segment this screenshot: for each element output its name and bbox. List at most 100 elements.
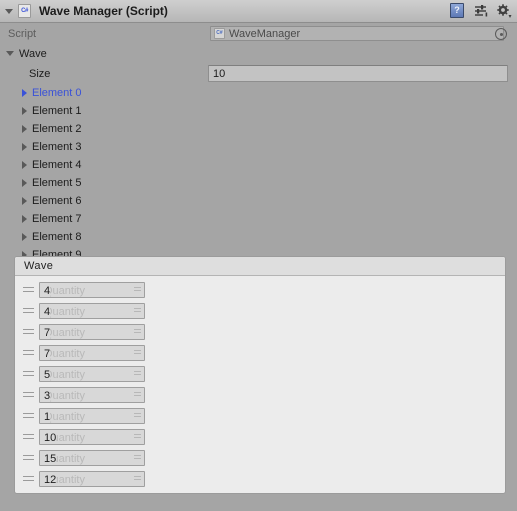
quantity-field-2[interactable]: Quantity 7 xyxy=(39,323,145,340)
list-item[interactable]: Quantity 4 xyxy=(15,300,505,321)
quantity-field-0[interactable]: Quantity 4 xyxy=(39,281,145,298)
quantity-value-2: 7 xyxy=(44,325,51,339)
drag-handle-icon-4[interactable] xyxy=(22,371,34,376)
drag-handle-icon-8[interactable] xyxy=(22,455,34,460)
script-field-value: WaveManager xyxy=(229,27,301,40)
quantity-stepper-6[interactable] xyxy=(134,412,141,417)
script-object-field[interactable]: C# WaveManager xyxy=(210,26,504,41)
quantity-field-7[interactable]: Quantity 10 xyxy=(39,428,145,445)
element-foldout-icon-1[interactable] xyxy=(22,107,27,115)
reorderable-list: Wave Quantity 4 Quantity 4 Quantity 7 Quantity… xyxy=(14,256,506,494)
list-item[interactable]: Quantity 7 xyxy=(15,321,505,342)
element-foldout-icon-3[interactable] xyxy=(22,143,27,151)
element-foldout-icon-0[interactable] xyxy=(22,89,27,97)
quantity-field-5[interactable]: Quantity 3 xyxy=(39,386,145,403)
element-label-8: Element 8 xyxy=(32,231,82,243)
drag-handle-icon-7[interactable] xyxy=(22,434,34,439)
drag-handle-icon-9[interactable] xyxy=(22,476,34,481)
element-foldout-icon-8[interactable] xyxy=(22,233,27,241)
component-header[interactable]: C# Wave Manager (Script) ? xyxy=(0,0,517,23)
component-title: Wave Manager (Script) xyxy=(39,4,168,18)
drag-handle-icon-6[interactable] xyxy=(22,413,34,418)
wave-foldout-icon[interactable] xyxy=(6,51,14,56)
drag-handle-icon-3[interactable] xyxy=(22,350,34,355)
element-row-5[interactable]: Element 5 xyxy=(0,174,517,192)
quantity-stepper-4[interactable] xyxy=(134,370,141,375)
list-item[interactable]: Quantity 4 xyxy=(15,279,505,300)
quantity-field-8[interactable]: Quantity 15 xyxy=(39,449,145,466)
preset-icon[interactable] xyxy=(473,3,489,19)
quantity-value-6: 1 xyxy=(44,409,51,423)
list-item[interactable]: Quantity 7 xyxy=(15,342,505,363)
quantity-value-0: 4 xyxy=(44,283,51,297)
quantity-stepper-2[interactable] xyxy=(134,328,141,333)
list-item[interactable]: Quantity 3 xyxy=(15,384,505,405)
help-icon[interactable]: ? xyxy=(450,3,466,19)
element-label-4: Element 4 xyxy=(32,159,82,171)
quantity-field-3[interactable]: Quantity 7 xyxy=(39,344,145,361)
script-field-icon-text: C# xyxy=(216,30,223,36)
array-size-input[interactable]: 10 xyxy=(208,65,508,82)
quantity-stepper-5[interactable] xyxy=(134,391,141,396)
element-label-2: Element 2 xyxy=(32,123,82,135)
list-item[interactable]: Quantity 15 xyxy=(15,447,505,468)
drag-handle-icon-1[interactable] xyxy=(22,308,34,313)
drag-handle-icon-0[interactable] xyxy=(22,287,34,292)
drag-handle-icon-2[interactable] xyxy=(22,329,34,334)
element-row-8[interactable]: Element 8 xyxy=(0,228,517,246)
element-foldout-icon-7[interactable] xyxy=(22,215,27,223)
help-icon-text: ? xyxy=(454,5,460,15)
header-icon-group: ? xyxy=(450,3,512,19)
element-label-6: Element 6 xyxy=(32,195,82,207)
quantity-value-7: 10 xyxy=(44,430,57,444)
quantity-stepper-9[interactable] xyxy=(134,475,141,480)
csharp-script-icon: C# xyxy=(18,4,31,18)
quantity-value-4: 5 xyxy=(44,367,51,381)
element-foldout-icon-6[interactable] xyxy=(22,197,27,205)
element-row-4[interactable]: Element 4 xyxy=(0,156,517,174)
quantity-stepper-7[interactable] xyxy=(134,433,141,438)
gear-icon[interactable] xyxy=(496,3,512,19)
element-foldout-icon-5[interactable] xyxy=(22,179,27,187)
quantity-stepper-3[interactable] xyxy=(134,349,141,354)
script-field-wrap: C# WaveManager xyxy=(210,26,509,41)
quantity-stepper-1[interactable] xyxy=(134,307,141,312)
element-row-6[interactable]: Element 6 xyxy=(0,192,517,210)
quantity-field-4[interactable]: Quantity 5 xyxy=(39,365,145,382)
quantity-stepper-0[interactable] xyxy=(134,286,141,291)
array-size-row: Size 10 xyxy=(0,63,517,84)
quantity-field-6[interactable]: Quantity 1 xyxy=(39,407,145,424)
quantity-placeholder-2: Quantity xyxy=(44,326,85,339)
quantity-stepper-8[interactable] xyxy=(134,454,141,459)
element-foldout-icon-4[interactable] xyxy=(22,161,27,169)
script-object-picker-icon[interactable] xyxy=(495,28,507,40)
reorderable-list-body: Quantity 4 Quantity 4 Quantity 7 Quantity 7 Quan… xyxy=(15,276,505,493)
quantity-field-9[interactable]: Quantity 12 xyxy=(39,470,145,487)
wave-array-foldout-row[interactable]: Wave xyxy=(0,44,517,63)
element-row-7[interactable]: Element 7 xyxy=(0,210,517,228)
element-label-5: Element 5 xyxy=(32,177,82,189)
element-foldout-icon-2[interactable] xyxy=(22,125,27,133)
list-item[interactable]: Quantity 12 xyxy=(15,468,505,489)
element-list: Element 0 Element 1 Element 2 Element 3 Elem… xyxy=(0,84,517,264)
component-foldout-icon[interactable] xyxy=(5,8,13,14)
list-item[interactable]: Quantity 1 xyxy=(15,405,505,426)
quantity-placeholder-4: Quantity xyxy=(44,368,85,381)
quantity-field-1[interactable]: Quantity 4 xyxy=(39,302,145,319)
reorderable-list-footer: + − xyxy=(427,493,505,494)
drag-handle-icon-5[interactable] xyxy=(22,392,34,397)
csharp-icon-text: C# xyxy=(21,8,28,14)
element-row-1[interactable]: Element 1 xyxy=(0,102,517,120)
element-row-2[interactable]: Element 2 xyxy=(0,120,517,138)
element-label-0: Element 0 xyxy=(32,87,82,99)
element-row-0[interactable]: Element 0 xyxy=(0,84,517,102)
list-item[interactable]: Quantity 10 xyxy=(15,426,505,447)
array-size-value: 10 xyxy=(213,67,226,80)
element-row-3[interactable]: Element 3 xyxy=(0,138,517,156)
quantity-placeholder-6: Quantity xyxy=(44,410,85,423)
list-item[interactable]: Quantity 5 xyxy=(15,363,505,384)
quantity-placeholder-3: Quantity xyxy=(44,347,85,360)
quantity-placeholder-0: Quantity xyxy=(44,284,85,297)
script-row: Script C# WaveManager xyxy=(0,23,517,44)
quantity-value-5: 3 xyxy=(44,388,51,402)
